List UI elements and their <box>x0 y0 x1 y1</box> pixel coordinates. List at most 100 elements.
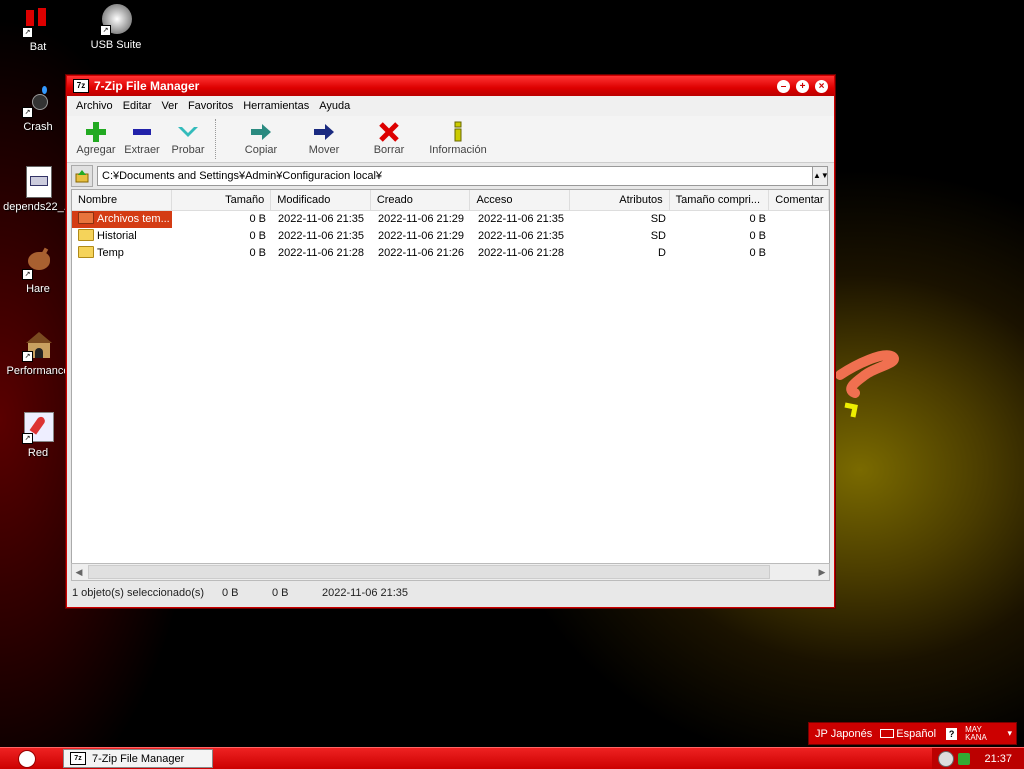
file-list: Nombre Tamaño Modificado Creado Acceso A… <box>71 189 830 565</box>
column-header-modified[interactable]: Modificado <box>271 190 371 210</box>
desktop-icon-depends[interactable]: depends22_... <box>0 166 76 213</box>
file-name-cell[interactable]: Historial <box>72 228 172 245</box>
table-row[interactable]: Temp 0 B 2022-11-06 21:28 2022-11-06 21:… <box>72 245 829 262</box>
table-row[interactable]: Archivos tem... 0 B 2022-11-06 21:35 202… <box>72 211 829 228</box>
doghouse-icon: ↗ <box>22 330 54 362</box>
file-name: Temp <box>97 247 124 259</box>
toolbar: Agregar Extraer Probar Copiar Mover Borr… <box>67 116 834 163</box>
status-size: 0 B <box>222 587 239 599</box>
desktop-icon-red[interactable]: ↗ Red <box>0 412 76 459</box>
menu-archivo[interactable]: Archivo <box>71 100 118 112</box>
file-manager-window: 7z 7-Zip File Manager – + × Archivo Edit… <box>66 75 835 608</box>
info-icon <box>426 120 490 144</box>
column-header-size[interactable]: Tamaño <box>172 190 272 210</box>
delete-icon <box>352 120 426 144</box>
help-icon[interactable]: ? <box>946 727 958 740</box>
title-bar[interactable]: 7z 7-Zip File Manager – + × <box>67 76 834 96</box>
folder-icon <box>78 212 94 225</box>
info-label: Información <box>429 144 487 156</box>
scrollbar-thumb[interactable] <box>88 565 770 579</box>
taskbar-button-7zip[interactable]: 7z 7-Zip File Manager <box>63 749 213 768</box>
file-name: Archivos tem... <box>97 213 170 225</box>
tray-network-icon[interactable] <box>958 752 970 765</box>
copy-label: Copiar <box>244 144 278 156</box>
desktop-icon-label: Performance <box>6 365 70 377</box>
taskbar: 7z 7-Zip File Manager 21:37 <box>0 747 1024 769</box>
language-bar: JP Japonés Español ? MAY KANA ▾ <box>808 722 1017 745</box>
scroll-right-arrow-icon[interactable]: ▶ <box>815 565 829 579</box>
menu-bar: Archivo Editar Ver Favoritos Herramienta… <box>67 96 834 116</box>
file-name-cell[interactable]: Temp <box>72 245 172 262</box>
status-packed-size: 0 B <box>272 587 289 599</box>
desktop-icon-usb-suite[interactable]: ↗ USB Suite <box>78 4 154 51</box>
crash-icon: ↗ <box>22 86 54 118</box>
desktop-icon-crash[interactable]: ↗ Crash <box>0 86 76 133</box>
add-label: Agregar <box>76 144 116 156</box>
delete-button[interactable]: Borrar <box>352 116 426 156</box>
toolbar-separator <box>215 119 218 159</box>
menu-herramientas[interactable]: Herramientas <box>238 100 314 112</box>
accessed-cell: 2022-11-06 21:28 <box>478 247 565 259</box>
menu-editar[interactable]: Editar <box>118 100 157 112</box>
maximize-button[interactable]: + <box>796 79 809 93</box>
wallpaper-swirl <box>835 350 899 418</box>
menu-ver[interactable]: Ver <box>156 100 183 112</box>
test-label: Probar <box>171 144 205 156</box>
move-icon <box>296 120 352 144</box>
column-header-attributes[interactable]: Atributos <box>570 190 670 210</box>
move-button[interactable]: Mover <box>296 116 352 156</box>
column-header-comment[interactable]: Comentar <box>769 190 829 210</box>
minimize-button[interactable]: – <box>777 79 790 93</box>
folder-icon <box>78 246 94 259</box>
file-name-cell[interactable]: Archivos tem... <box>72 211 172 228</box>
test-button[interactable]: Probar <box>165 116 211 156</box>
tray-disc-icon[interactable] <box>938 750 954 767</box>
input-language[interactable]: JP Japonés <box>815 728 872 740</box>
scroll-left-arrow-icon[interactable]: ◀ <box>72 565 86 579</box>
desktop-icon-performance[interactable]: ↗ Performance <box>0 330 76 377</box>
attributes-cell: SD <box>650 213 666 225</box>
system-tray: 21:37 <box>932 748 1024 769</box>
packed-size-cell: 0 B <box>749 247 766 259</box>
up-folder-button[interactable] <box>71 165 93 187</box>
close-button[interactable]: × <box>815 79 828 93</box>
column-header-accessed[interactable]: Acceso <box>470 190 571 210</box>
add-button[interactable]: Agregar <box>73 116 119 156</box>
input-mode-bottom: KANA <box>965 732 987 742</box>
path-dropdown-button[interactable]: ▲▼ <box>813 166 829 186</box>
keyboard-icon <box>880 729 895 738</box>
menu-ayuda[interactable]: Ayuda <box>314 100 355 112</box>
start-button[interactable] <box>18 750 36 768</box>
horizontal-scrollbar[interactable]: ◀ ▶ <box>71 563 830 581</box>
modified-cell: 2022-11-06 21:35 <box>278 230 365 242</box>
column-header-created[interactable]: Creado <box>371 190 471 210</box>
desktop-icon-label: depends22_... <box>3 201 73 213</box>
input-mode[interactable]: MAY KANA <box>965 725 987 742</box>
desktop-icon-bat[interactable]: ↗ Bat <box>0 6 76 53</box>
folder-icon <box>78 229 94 242</box>
add-icon <box>73 120 119 144</box>
test-icon <box>165 120 211 144</box>
address-bar: C:¥Documents and Settings¥Admin¥Configur… <box>71 165 829 187</box>
column-header-name[interactable]: Nombre <box>72 190 172 210</box>
table-row[interactable]: Historial 0 B 2022-11-06 21:35 2022-11-0… <box>72 228 829 245</box>
info-button[interactable]: Información <box>426 116 490 156</box>
langbar-options-icon[interactable]: ▾ <box>1007 728 1012 739</box>
path-input[interactable]: C:¥Documents and Settings¥Admin¥Configur… <box>97 166 813 186</box>
desktop-icon-label: Red <box>27 447 49 459</box>
menu-favoritos[interactable]: Favoritos <box>183 100 238 112</box>
clock[interactable]: 21:37 <box>984 753 1012 765</box>
desktop-icon-hare[interactable]: ↗ Hare <box>0 247 76 295</box>
task-label: 7-Zip File Manager <box>92 752 185 765</box>
status-selection: 1 objeto(s) seleccionado(s) <box>72 587 205 599</box>
packed-size-cell: 0 B <box>749 230 766 242</box>
created-cell: 2022-11-06 21:29 <box>378 213 465 225</box>
copy-button[interactable]: Copiar <box>226 116 296 156</box>
extract-button[interactable]: Extraer <box>119 116 165 156</box>
hare-icon: ↗ <box>22 247 54 280</box>
column-header-packed-size[interactable]: Tamaño compri... <box>670 190 770 210</box>
window-title: 7-Zip File Manager <box>94 79 200 93</box>
keyboard-layout[interactable]: Español <box>896 728 936 740</box>
delete-label: Borrar <box>373 144 405 156</box>
bat-icon: ↗ <box>22 6 54 38</box>
